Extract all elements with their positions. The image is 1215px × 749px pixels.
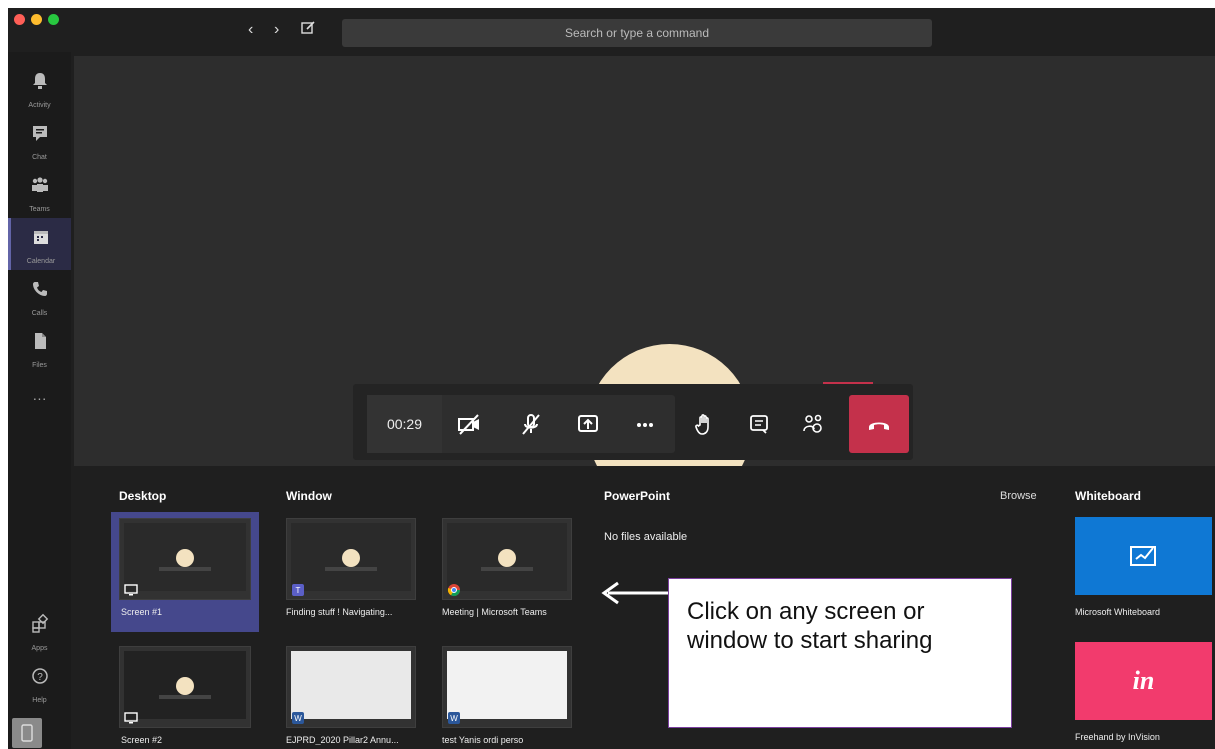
title-bar: ‹ › Search or type a command <box>8 8 1215 52</box>
window-thumbnail-test[interactable]: W <box>442 646 572 728</box>
rail-item-help[interactable]: ? Help <box>8 657 71 709</box>
teams-app-icon: T <box>292 584 304 596</box>
screen-1-label[interactable]: Screen #1 <box>121 607 251 617</box>
teams-window: ‹ › Search or type a command Activity Ch… <box>8 8 1215 749</box>
instruction-callout: Click on any screen or window to start s… <box>668 578 1012 728</box>
hang-up-button[interactable] <box>849 395 909 453</box>
apps-icon <box>31 613 48 633</box>
camera-off-icon <box>458 414 479 435</box>
more-actions-button[interactable] <box>629 408 661 440</box>
rail-item-apps[interactable]: Apps <box>8 605 71 657</box>
preview-controls <box>159 567 211 571</box>
preview-controls <box>159 695 211 699</box>
teams-icon <box>31 177 48 192</box>
call-controls: 00:29 <box>353 384 913 460</box>
rail-label: Teams <box>29 206 50 213</box>
file-icon <box>34 333 46 349</box>
window-thumbnail-meeting[interactable] <box>442 518 572 600</box>
rail-item-teams[interactable]: Teams <box>8 166 71 218</box>
screen-2-thumbnail[interactable] <box>119 646 251 728</box>
preview-controls <box>325 567 377 571</box>
invision-freehand-tile[interactable]: in <box>1075 642 1212 720</box>
show-conversation-button[interactable] <box>743 408 775 440</box>
svg-text:W: W <box>450 714 458 723</box>
rail-item-activity[interactable]: Activity <box>8 62 71 114</box>
call-controls-group: 00:29 <box>367 395 675 453</box>
participants-icon <box>803 414 822 433</box>
window-thumbnail-finding-stuff[interactable]: T <box>286 518 416 600</box>
rail-item-calendar[interactable]: Calendar <box>8 218 71 270</box>
monitor-icon <box>124 584 138 596</box>
phone-icon <box>32 282 47 296</box>
no-files-text: No files available <box>604 531 688 543</box>
hand-icon <box>695 414 709 435</box>
window-label[interactable]: Meeting | Microsoft Teams <box>442 607 582 617</box>
microsoft-whiteboard-tile[interactable] <box>1075 517 1212 595</box>
rail-item-chat[interactable]: Chat <box>8 114 71 166</box>
whiteboard-icon <box>1130 546 1156 566</box>
browse-link[interactable]: Browse <box>1000 490 1037 502</box>
arrow-pointer <box>601 581 674 605</box>
raise-hand-button[interactable] <box>689 408 721 440</box>
share-screen-icon <box>578 415 598 432</box>
rail-label: Calendar <box>26 258 56 265</box>
monitor-icon <box>124 712 138 724</box>
rail-label: Activity <box>28 102 51 109</box>
screen-2-label[interactable]: Screen #2 <box>121 735 251 745</box>
rail-label: Help <box>32 697 47 704</box>
window-label[interactable]: test Yanis ordi perso <box>442 735 582 745</box>
whiteboard-label[interactable]: Microsoft Whiteboard <box>1075 607 1160 617</box>
rail-item-calls[interactable]: Calls <box>8 270 71 322</box>
whiteboard-section-title: Whiteboard <box>1075 489 1141 503</box>
screen-1-thumbnail[interactable] <box>119 518 251 600</box>
forward-icon[interactable]: › <box>274 22 279 38</box>
hang-up-icon <box>869 422 889 430</box>
rail-label: Apps <box>31 645 48 652</box>
svg-text:W: W <box>294 714 302 723</box>
window-preview <box>447 651 567 719</box>
rail-label: Chat <box>32 154 47 161</box>
help-icon: ? <box>31 668 48 684</box>
powerpoint-section-title: PowerPoint <box>604 489 671 503</box>
rail-label: Calls <box>31 310 48 317</box>
window-thumbnail-ejprd[interactable]: W <box>286 646 416 728</box>
invision-label[interactable]: Freehand by InVision <box>1075 732 1160 742</box>
window-label[interactable]: EJPRD_2020 Pillar2 Annu... <box>286 735 424 745</box>
call-timer: 00:29 <box>367 395 442 453</box>
svg-text:?: ? <box>37 672 43 683</box>
close-window-button[interactable] <box>14 14 25 25</box>
chat-icon <box>32 126 47 141</box>
ellipsis-icon <box>637 423 653 427</box>
window-label[interactable]: Finding stuff ! Navigating... <box>286 607 424 617</box>
rail-label: Files <box>32 362 47 369</box>
share-screen-button[interactable] <box>572 408 604 440</box>
mute-button[interactable] <box>515 408 547 440</box>
device-icon[interactable] <box>12 718 42 748</box>
preview-controls <box>481 567 533 571</box>
app-rail: Activity Chat Teams Calendar Calls Files… <box>8 52 71 749</box>
chrome-icon <box>447 584 460 597</box>
word-icon: W <box>448 712 460 724</box>
word-icon: W <box>292 712 304 724</box>
mic-off-icon <box>522 414 540 435</box>
back-icon[interactable]: ‹ <box>248 22 253 38</box>
minimize-window-button[interactable] <box>31 14 42 25</box>
rail-item-files[interactable]: Files <box>8 322 71 374</box>
search-input[interactable]: Search or type a command <box>342 19 932 47</box>
compose-icon[interactable] <box>300 20 316 40</box>
calendar-icon <box>34 231 48 244</box>
desktop-section-title: Desktop <box>119 489 167 503</box>
more-apps-button[interactable]: ··· <box>8 386 71 410</box>
show-participants-button[interactable] <box>797 408 829 440</box>
window-preview <box>291 651 411 719</box>
chat-bubble-icon <box>750 415 768 434</box>
bell-icon <box>32 73 47 89</box>
svg-text:T: T <box>296 586 301 595</box>
maximize-window-button[interactable] <box>48 14 59 25</box>
camera-off-button[interactable] <box>453 408 485 440</box>
window-section-title: Window <box>286 489 332 503</box>
